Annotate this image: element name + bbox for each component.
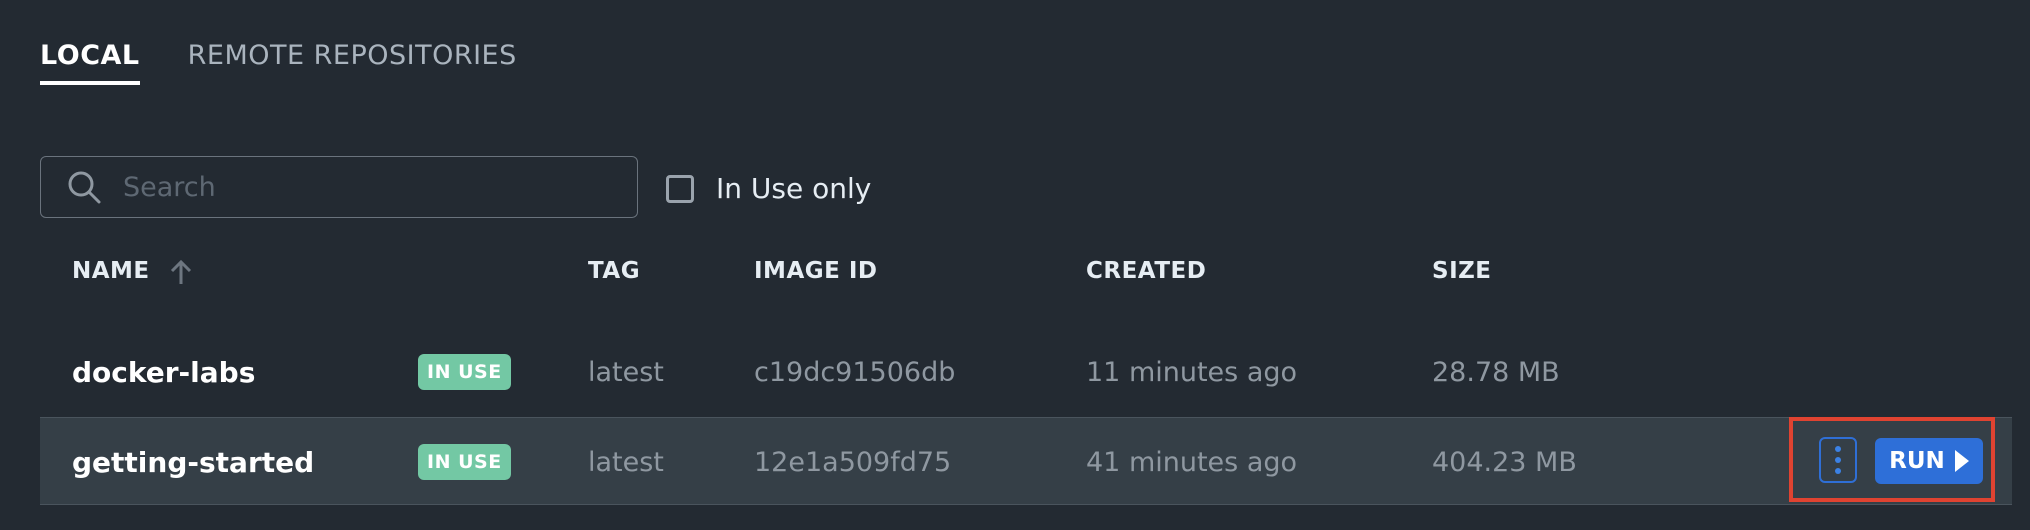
in-use-badge: IN USE: [418, 354, 511, 390]
column-header-name-label: NAME: [72, 258, 150, 284]
image-id: 12e1a509fd75: [754, 446, 952, 478]
sort-ascending-icon: [171, 259, 192, 284]
column-header-tag[interactable]: TAG: [588, 258, 640, 284]
row-actions-highlight: RUN: [1789, 417, 1995, 502]
run-button-label: RUN: [1889, 448, 1945, 474]
in-use-filter[interactable]: In Use only: [666, 172, 871, 205]
in-use-label: In Use only: [716, 172, 872, 205]
image-tag: latest: [588, 446, 664, 478]
image-created: 41 minutes ago: [1086, 446, 1298, 478]
column-header-size[interactable]: SIZE: [1432, 258, 1492, 284]
image-size: 28.78 MB: [1432, 356, 1560, 388]
table-row[interactable]: getting-started IN USE latest 12e1a509fd…: [40, 417, 2012, 505]
kebab-menu-icon: [1835, 446, 1841, 452]
image-name: getting-started: [72, 445, 315, 479]
tab-local[interactable]: LOCAL: [40, 40, 140, 85]
column-header-created[interactable]: CREATED: [1086, 258, 1206, 284]
image-created: 11 minutes ago: [1086, 356, 1298, 388]
image-id: c19dc91506db: [754, 356, 956, 388]
run-button[interactable]: RUN: [1875, 438, 1983, 484]
tab-bar: LOCAL REMOTE REPOSITORIES: [40, 40, 517, 85]
search-box[interactable]: [40, 156, 638, 218]
play-icon: [1954, 450, 1969, 472]
in-use-checkbox[interactable]: [666, 174, 694, 203]
table-row[interactable]: docker-labs IN USE latest c19dc91506db 1…: [40, 328, 2012, 416]
search-input[interactable]: [121, 170, 605, 204]
column-header-name[interactable]: NAME: [72, 258, 192, 285]
column-header-image-id[interactable]: IMAGE ID: [754, 258, 878, 284]
image-size: 404.23 MB: [1432, 446, 1577, 478]
in-use-badge: IN USE: [418, 444, 511, 480]
image-name: docker-labs: [72, 355, 256, 389]
search-icon: [68, 171, 101, 204]
tab-remote-repositories[interactable]: REMOTE REPOSITORIES: [188, 40, 517, 85]
more-options-button[interactable]: [1819, 437, 1857, 483]
image-tag: latest: [588, 356, 664, 388]
